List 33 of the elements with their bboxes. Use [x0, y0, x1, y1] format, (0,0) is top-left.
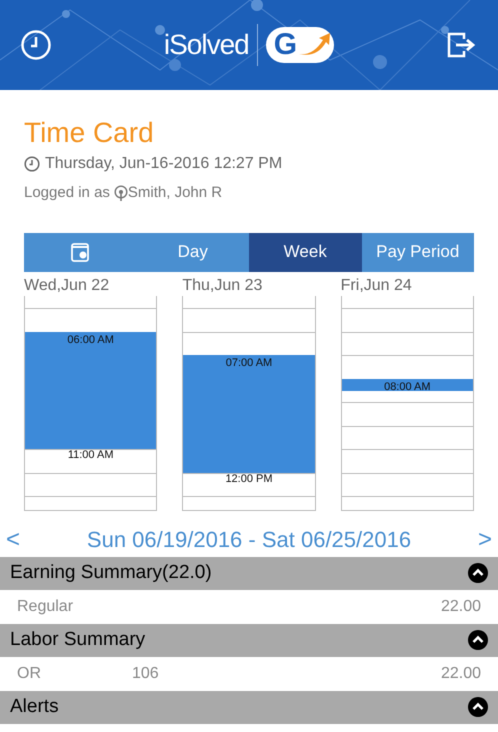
chevron-up-icon[interactable] [468, 630, 488, 650]
week-range: Sun 06/19/2016 - Sat 06/25/2016 [86, 526, 412, 554]
logout-icon[interactable] [446, 31, 478, 59]
brand-name: iSolved [164, 28, 249, 62]
time-block[interactable] [342, 378, 473, 391]
pin-icon [114, 185, 128, 202]
row-code: 106 [132, 664, 159, 684]
page-title: Time Card [24, 116, 155, 150]
start-time: 07:00 AM [226, 357, 272, 370]
start-time: 06:00 AM [67, 334, 114, 347]
row-value: 22.00 [440, 664, 481, 684]
day-label: Wed,Jun 22 [24, 276, 110, 296]
day-label: Fri,Jun 24 [340, 276, 413, 296]
current-datetime: Thursday, Jun-16-2016 12:27 PM [45, 154, 282, 174]
view-tab[interactable]: Week [249, 232, 362, 272]
logged-in-label: Logged in as [24, 183, 110, 203]
user-name: Smith, John R [128, 183, 222, 203]
row-name: OR [17, 664, 42, 684]
row-name: Regular [17, 596, 74, 616]
calendar-tab[interactable] [24, 232, 136, 272]
section-header[interactable]: Earning Summary(22.0) [0, 556, 498, 590]
start-time: 08:00 AM [384, 380, 431, 394]
day-label: Thu,Jun 23 [182, 276, 264, 296]
end-time: 12:00 PM [225, 472, 273, 486]
row-value: 22.00 [440, 596, 481, 616]
end-time: 11:00 AM [68, 449, 114, 462]
chevron-up-icon[interactable] [468, 563, 488, 583]
clock-icon [24, 156, 40, 172]
clock-icon[interactable] [20, 29, 52, 61]
section-header[interactable]: Labor Summary [0, 624, 498, 656]
chevron-up-icon[interactable] [468, 697, 488, 717]
section-header[interactable]: Alerts [0, 690, 498, 724]
calendar-check-icon [71, 242, 90, 262]
